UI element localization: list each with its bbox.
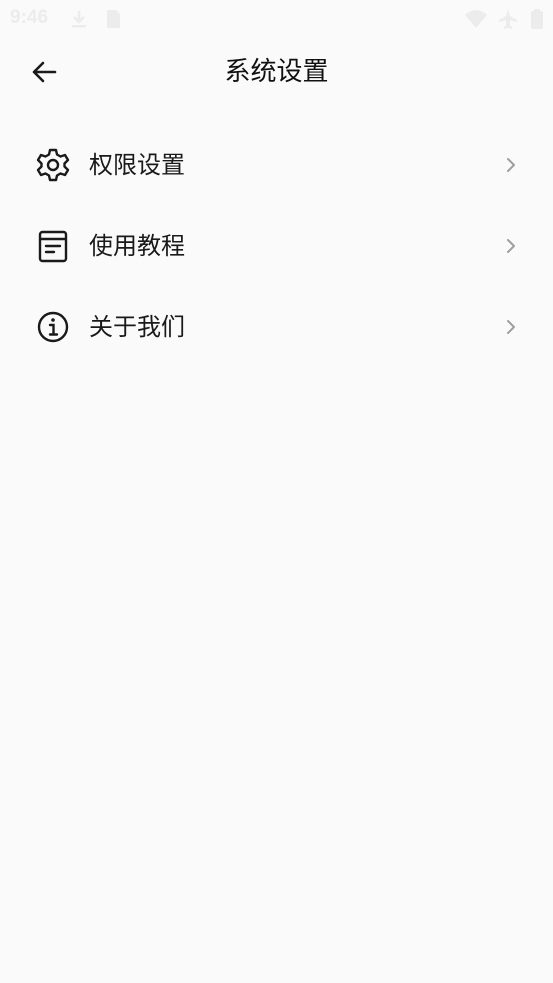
menu-item-tutorial[interactable]: 使用教程 <box>0 206 553 287</box>
status-time: 9:46 <box>10 7 49 28</box>
menu-item-label: 使用教程 <box>89 232 185 260</box>
menu-item-label: 关于我们 <box>89 313 185 341</box>
battery-icon <box>531 9 543 29</box>
settings-menu-list: 权限设置 使用教程 关于我们 <box>0 125 553 368</box>
info-icon <box>37 311 69 343</box>
status-bar: 9:46 <box>0 0 553 36</box>
gear-icon <box>36 148 70 182</box>
sim-card-icon <box>107 10 120 28</box>
download-icon <box>72 11 86 28</box>
chevron-right-icon <box>507 320 515 334</box>
menu-item-label: 权限设置 <box>89 151 185 179</box>
chevron-right-icon <box>507 158 515 172</box>
chevron-right-icon <box>507 239 515 253</box>
page-title: 系统设置 <box>224 57 329 87</box>
wifi-icon <box>465 10 487 28</box>
document-icon <box>38 230 68 263</box>
header: 系统设置 <box>0 36 553 108</box>
airplane-icon <box>499 9 517 29</box>
menu-item-permission-settings[interactable]: 权限设置 <box>0 125 553 206</box>
menu-item-about-us[interactable]: 关于我们 <box>0 287 553 368</box>
